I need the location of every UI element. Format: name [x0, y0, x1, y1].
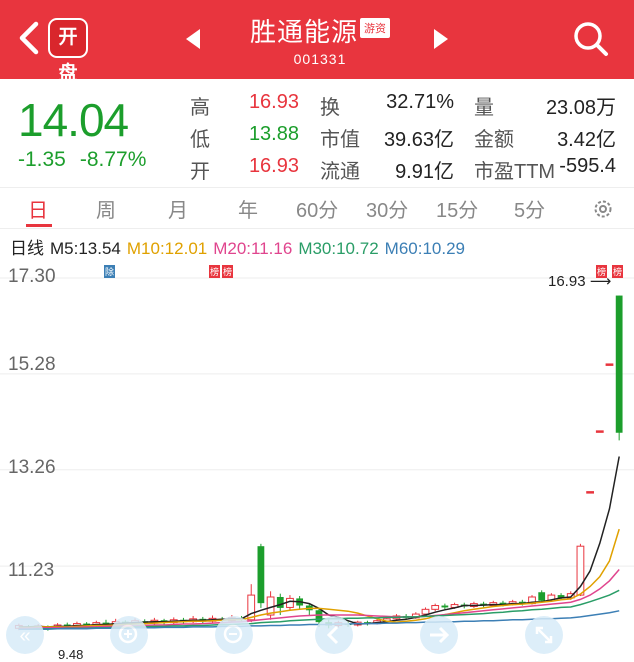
tab-day[interactable]: 日 — [28, 194, 48, 223]
gear-icon[interactable] — [592, 198, 614, 220]
turnover-label: 换 — [320, 97, 340, 119]
candle-body — [431, 605, 440, 610]
y-tick-label: 13.26 — [8, 457, 56, 478]
amount-value: 3.42亿 — [557, 129, 616, 151]
y-tick-label: 15.28 — [8, 354, 56, 375]
marker-badge: 除 — [104, 265, 116, 278]
change-percent: -8.77% — [79, 148, 147, 171]
market-cap-value: 39.63亿 — [383, 129, 454, 151]
search-icon[interactable] — [572, 20, 610, 58]
volume-value: 23.08万 — [545, 97, 616, 119]
last-high-value: 16.93 — [548, 273, 586, 290]
stock-name: 胜通能源 — [249, 17, 358, 47]
volume-label: 量 — [474, 97, 494, 119]
low-price-label: 9.48 — [58, 647, 84, 662]
tab-60min[interactable]: 60分 — [296, 194, 338, 223]
quote-panel: 14.04 -1.35 -8.77% 高 16.93 换 32.71% 量 23.… — [0, 79, 634, 187]
stock-title: 胜通能源 游资 001331 — [230, 12, 410, 67]
prev-arrow-icon[interactable] — [182, 27, 204, 51]
zoom-in-icon[interactable] — [110, 616, 148, 654]
move-left-icon[interactable] — [315, 616, 353, 654]
tab-15min[interactable]: 15分 — [436, 194, 478, 223]
ma-legend-label: 日线 — [10, 239, 44, 258]
price-change: -1.35 -8.77% — [18, 148, 146, 172]
high-label: 高 — [190, 97, 210, 119]
candle-body — [276, 596, 284, 608]
candle-body — [615, 295, 623, 433]
next-arrow-icon[interactable] — [430, 27, 452, 51]
tab-week[interactable]: 周 — [96, 194, 116, 223]
high-value: 16.93 — [248, 91, 299, 113]
open-label: 开 — [190, 161, 210, 183]
amount-label: 金额 — [474, 129, 514, 151]
pe-ttm-value: -595.4 — [559, 155, 616, 177]
candle-body — [595, 430, 604, 433]
top-bar: 开盘 胜通能源 游资 001331 — [0, 0, 634, 84]
ma-legend: 日线 M5:13.54 M10:12.01 M20:11.16 M30:10.72 M60… — [10, 234, 471, 259]
candle-body — [586, 491, 595, 494]
marker-badge: 榜 — [209, 265, 221, 278]
zoom-out-icon[interactable] — [215, 616, 253, 654]
float-cap-label: 流通 — [320, 161, 360, 183]
fullscreen-icon[interactable] — [525, 616, 563, 654]
low-value: 13.88 — [248, 123, 299, 145]
stock-tag-badge: 游资 — [360, 18, 390, 38]
low-label: 低 — [190, 129, 210, 151]
y-tick-label: 17.30 — [8, 266, 56, 287]
tab-30min[interactable]: 30分 — [366, 194, 408, 223]
ma60-value: M60:10.29 — [384, 239, 465, 258]
back-arrow-icon[interactable] — [14, 18, 44, 58]
kline-chart[interactable]: 17.30 15.28 13.26 11.23 16.93 ⟶ 除 榜 榜 榜 … — [0, 258, 634, 662]
marker-badge: 榜 — [612, 265, 624, 278]
tab-year[interactable]: 年 — [238, 194, 258, 223]
turnover-value: 32.71% — [386, 91, 454, 113]
tab-month[interactable]: 月 — [168, 194, 188, 223]
open-value: 16.93 — [248, 155, 299, 177]
candle-body — [257, 546, 265, 604]
active-tab-indicator — [26, 224, 52, 227]
scroll-left-icon[interactable]: « — [6, 616, 44, 654]
pe-ttm-label: 市盈TTM — [474, 161, 556, 183]
y-tick-label: 11.23 — [8, 560, 55, 581]
market-cap-label: 市值 — [320, 129, 360, 151]
app-logo[interactable]: 开盘 — [48, 18, 88, 84]
move-right-icon[interactable] — [420, 616, 458, 654]
kline-svg — [0, 277, 634, 631]
candle-body — [538, 592, 546, 601]
candle-body — [576, 545, 585, 596]
float-cap-value: 9.91亿 — [395, 161, 454, 183]
candle-body — [286, 597, 294, 608]
candle-body — [421, 608, 430, 615]
candle-body — [441, 605, 449, 608]
marker-badge: 榜 — [222, 265, 234, 278]
tab-5min[interactable]: 5分 — [514, 194, 545, 223]
svg-text:«: « — [19, 625, 30, 647]
marker-badge: 榜 — [596, 265, 608, 278]
ma10-value: M10:12.01 — [126, 239, 208, 258]
candle-body — [605, 363, 614, 366]
ma30-value: M30:10.72 — [298, 239, 379, 258]
change-amount: -1.35 — [18, 148, 66, 171]
ma20-value: M20:11.16 — [213, 239, 293, 258]
current-price: 14.04 — [18, 94, 129, 146]
period-tabs: 日 周 月 年 60分 30分 15分 5分 — [0, 187, 634, 229]
ma5-value: M5:13.54 — [50, 239, 121, 258]
stock-code: 001331 — [293, 51, 347, 67]
